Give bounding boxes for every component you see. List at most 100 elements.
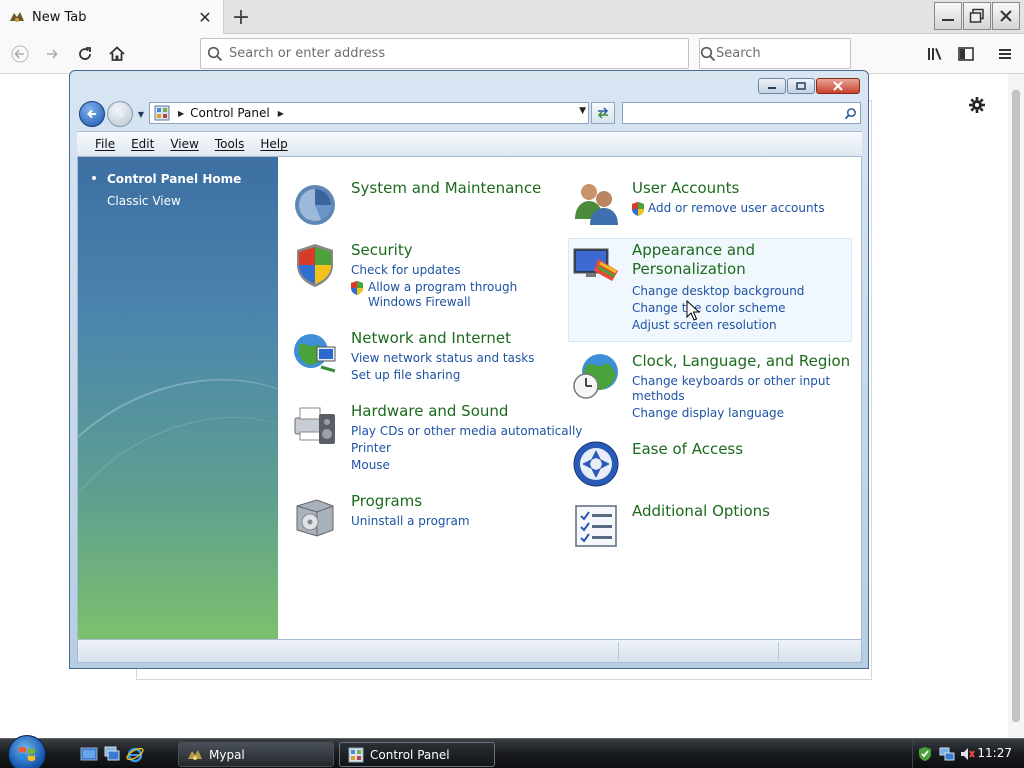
close-window-button[interactable]	[992, 2, 1020, 30]
security-center-icon[interactable]	[917, 746, 933, 762]
library-icon[interactable]	[921, 40, 949, 68]
ease-of-access-title[interactable]: Ease of Access	[632, 440, 743, 459]
menu-tools[interactable]: Tools	[215, 137, 245, 151]
menu-edit[interactable]: Edit	[131, 137, 154, 151]
cp-menu-bar: File Edit View Tools Help	[77, 131, 862, 157]
bullet-icon	[92, 176, 96, 180]
taskbar-clock[interactable]: 11:27	[977, 746, 1012, 760]
status-divider	[778, 642, 779, 660]
control-panel-window: ▼ ▶ Control Panel ▶ ▼ File Edit View Too…	[69, 70, 869, 669]
browser-tab[interactable]: New Tab ✕	[0, 0, 224, 34]
menu-view[interactable]: View	[170, 137, 198, 151]
show-desktop-icon[interactable]	[80, 745, 98, 763]
scrollbar-thumb[interactable]	[1012, 90, 1020, 722]
programs-box-icon	[296, 499, 334, 537]
reload-icon[interactable]	[71, 40, 99, 68]
uninstall-program-link[interactable]: Uninstall a program	[351, 514, 470, 529]
set-up-file-sharing-link[interactable]: Set up file sharing	[351, 368, 460, 383]
allow-program-firewall-link[interactable]: Allow a program through Windows Firewall	[368, 280, 568, 310]
taskbar-item-label: Mypal	[209, 747, 245, 762]
adjust-screen-resolution-link[interactable]: Adjust screen resolution	[632, 318, 777, 333]
taskbar-item-control-panel[interactable]: Control Panel	[339, 742, 495, 767]
switch-windows-icon[interactable]	[103, 745, 121, 763]
mypal-favicon-icon	[8, 8, 26, 26]
address-row: ▼ ▶ Control Panel ▶ ▼	[77, 99, 863, 129]
status-divider	[618, 642, 619, 660]
window-caption-buttons	[758, 78, 860, 94]
address-bar[interactable]: ▶ Control Panel ▶ ▼	[149, 102, 589, 124]
hardware-sound-title[interactable]: Hardware and Sound	[351, 402, 508, 421]
refresh-button[interactable]	[591, 102, 615, 124]
change-display-language-link[interactable]: Change display language	[632, 406, 784, 421]
check-for-updates-link[interactable]: Check for updates	[351, 263, 461, 278]
cp-close-button[interactable]	[816, 78, 860, 94]
user-accounts-icon	[575, 184, 618, 225]
back-icon[interactable]	[6, 40, 34, 68]
forward-icon[interactable]	[38, 40, 66, 68]
cp-content: Control Panel Home Classic View System a…	[77, 157, 862, 639]
menu-file[interactable]: File	[95, 137, 115, 151]
gear-icon[interactable]	[966, 94, 988, 116]
network-internet-title[interactable]: Network and Internet	[351, 329, 511, 348]
breadcrumb-control-panel[interactable]: Control Panel	[190, 106, 270, 120]
recent-pages-dropdown-icon[interactable]: ▼	[136, 109, 146, 119]
system-maintenance-icon	[295, 185, 335, 225]
sidebar-item-control-panel-home[interactable]: Control Panel Home	[107, 172, 241, 186]
mouse-link[interactable]: Mouse	[351, 458, 390, 473]
change-color-scheme-link[interactable]: Change the color scheme	[632, 301, 786, 316]
cp-sidebar: Control Panel Home Classic View	[78, 157, 278, 639]
uac-shield-icon	[351, 281, 363, 295]
cp-back-button[interactable]	[79, 101, 105, 127]
cp-forward-button[interactable]	[107, 101, 133, 127]
url-bar[interactable]	[200, 38, 689, 69]
change-keyboards-link[interactable]: Change keyboards or other input methods	[632, 374, 842, 404]
breadcrumb-arrow-icon[interactable]: ▶	[278, 109, 284, 118]
security-title[interactable]: Security	[351, 241, 413, 260]
new-tab-plus-icon[interactable]: +	[228, 4, 254, 30]
appearance-title[interactable]: Appearance and Personalization	[632, 241, 832, 279]
cp-minimize-button[interactable]	[758, 78, 786, 94]
browser-tab-title: New Tab	[32, 9, 87, 25]
mypal-icon	[188, 749, 202, 760]
cp-maximize-button[interactable]	[787, 78, 815, 94]
add-remove-user-accounts-link[interactable]: Add or remove user accounts	[648, 201, 825, 216]
cp-search-input[interactable]	[623, 103, 840, 123]
address-dropdown-icon[interactable]: ▼	[579, 106, 586, 116]
menu-hamburger-icon[interactable]	[991, 40, 1019, 68]
search-icon[interactable]	[840, 107, 860, 120]
sidebar-toggle-icon[interactable]	[952, 40, 980, 68]
system-maintenance-title[interactable]: System and Maintenance	[351, 179, 541, 198]
hardware-printer-icon	[294, 407, 335, 444]
browser-search-bar[interactable]	[699, 38, 886, 69]
play-cds-autoplay-link[interactable]: Play CDs or other media automatically	[351, 424, 582, 439]
cp-status-bar	[77, 639, 862, 663]
clock-language-region-title[interactable]: Clock, Language, and Region	[632, 352, 850, 371]
cp-search-box[interactable]	[622, 102, 861, 124]
view-network-status-link[interactable]: View network status and tasks	[351, 351, 534, 366]
breadcrumb-arrow-icon[interactable]: ▶	[178, 109, 184, 118]
network-icon[interactable]	[939, 746, 955, 762]
close-tab-icon[interactable]: ✕	[195, 7, 215, 27]
control-panel-icon	[154, 105, 170, 121]
search-icon	[700, 46, 716, 62]
minimize-window-button[interactable]	[934, 2, 962, 30]
menu-help[interactable]: Help	[260, 137, 287, 151]
url-input[interactable]	[229, 39, 688, 68]
system-tray: 11:27	[912, 739, 1024, 768]
volume-muted-icon[interactable]	[959, 746, 975, 762]
taskbar-item-mypal[interactable]: Mypal	[178, 742, 334, 767]
internet-explorer-icon[interactable]	[126, 745, 144, 763]
additional-options-title[interactable]: Additional Options	[632, 502, 770, 521]
maximize-window-button[interactable]	[963, 2, 991, 30]
security-shield-icon	[297, 244, 333, 287]
uac-shield-icon	[632, 202, 644, 216]
browser-search-input[interactable]	[716, 39, 886, 68]
user-accounts-title[interactable]: User Accounts	[632, 179, 739, 198]
home-icon[interactable]	[103, 40, 131, 68]
change-desktop-background-link[interactable]: Change desktop background	[632, 284, 804, 299]
start-button[interactable]	[8, 735, 46, 768]
page-scrollbar[interactable]	[1008, 74, 1024, 738]
programs-title[interactable]: Programs	[351, 492, 422, 511]
printer-link[interactable]: Printer	[351, 441, 391, 456]
sidebar-item-classic-view[interactable]: Classic View	[107, 194, 181, 208]
